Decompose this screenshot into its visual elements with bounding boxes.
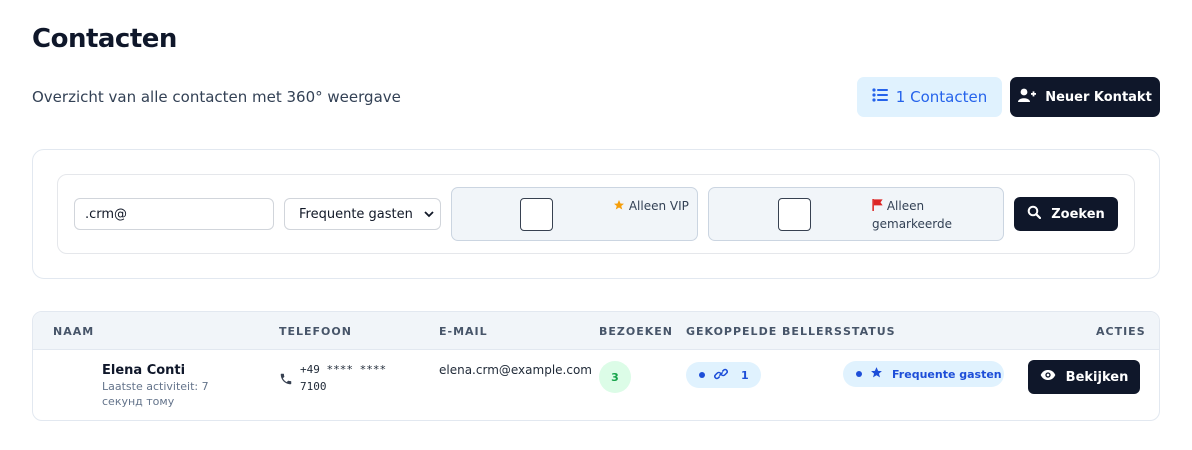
contacts-table: NAAM TELEFOON E-MAIL BEZOEKEN GEKOPPELDE… xyxy=(32,311,1160,421)
table-header: NAAM TELEFOON E-MAIL BEZOEKEN GEKOPPELDE… xyxy=(33,312,1159,350)
eye-icon xyxy=(1040,369,1056,385)
dot-icon xyxy=(699,372,705,378)
column-header-actions: ACTIES xyxy=(1096,325,1146,338)
star-icon xyxy=(870,366,883,382)
new-contact-label: Neuer Kontakt xyxy=(1045,89,1152,105)
segment-select-value: Frequente gasten xyxy=(299,206,413,222)
view-contact-button[interactable]: Bekijken xyxy=(1028,360,1140,394)
segment-select[interactable]: Frequente gasten xyxy=(284,198,441,230)
chevron-down-icon xyxy=(424,208,434,221)
contact-last-activity: Laatste activiteit: 7 секунд тому xyxy=(102,380,209,408)
linked-callers-count: 1 xyxy=(741,368,749,382)
column-header-phone[interactable]: TELEFOON xyxy=(279,325,352,338)
flag-icon xyxy=(872,199,887,213)
search-input[interactable] xyxy=(74,198,274,230)
search-button-label: Zoeken xyxy=(1051,206,1105,222)
contacts-count-button[interactable]: 1 Contacten xyxy=(857,77,1002,117)
view-contact-label: Bekijken xyxy=(1065,369,1129,385)
new-contact-button[interactable]: Neuer Kontakt xyxy=(1010,77,1160,117)
dot-icon xyxy=(856,371,862,377)
page-title: Contacten xyxy=(32,24,177,54)
vip-checkbox[interactable] xyxy=(520,198,553,231)
link-icon xyxy=(714,367,728,384)
status-label: Frequente gasten xyxy=(892,367,1002,381)
list-icon xyxy=(872,88,888,106)
phone-icon xyxy=(279,371,293,390)
visits-badge: 3 xyxy=(599,361,631,393)
search-button[interactable]: Zoeken xyxy=(1014,197,1118,231)
column-header-name[interactable]: NAAM xyxy=(53,325,94,338)
search-icon xyxy=(1027,205,1042,223)
column-header-visits[interactable]: BEZOEKEN xyxy=(599,325,673,338)
flagged-filter-toggle[interactable]: Alleen gemarkeerde xyxy=(708,187,1004,241)
column-header-linked-callers[interactable]: GEKOPPELDE BELLERS xyxy=(686,325,843,338)
contact-name[interactable]: Elena Conti xyxy=(102,363,185,378)
vip-filter-toggle[interactable]: Alleen VIP xyxy=(451,187,698,241)
contact-phone: +49 **** **** 7100 xyxy=(300,363,387,393)
status-badge: Frequente gasten xyxy=(843,361,1004,387)
user-plus-icon xyxy=(1018,88,1037,106)
column-header-status[interactable]: STATUS xyxy=(843,325,896,338)
flagged-checkbox[interactable] xyxy=(778,198,811,231)
page-subtitle: Overzicht van alle contacten met 360° we… xyxy=(32,88,401,106)
star-icon xyxy=(613,199,629,213)
linked-callers-badge[interactable]: 1 xyxy=(686,362,761,388)
contact-email[interactable]: elena.crm@example.com xyxy=(439,363,592,377)
column-header-email[interactable]: E-MAIL xyxy=(439,325,488,338)
contacts-count-label: 1 Contacten xyxy=(895,88,988,106)
vip-filter-label: Alleen VIP xyxy=(628,199,689,213)
